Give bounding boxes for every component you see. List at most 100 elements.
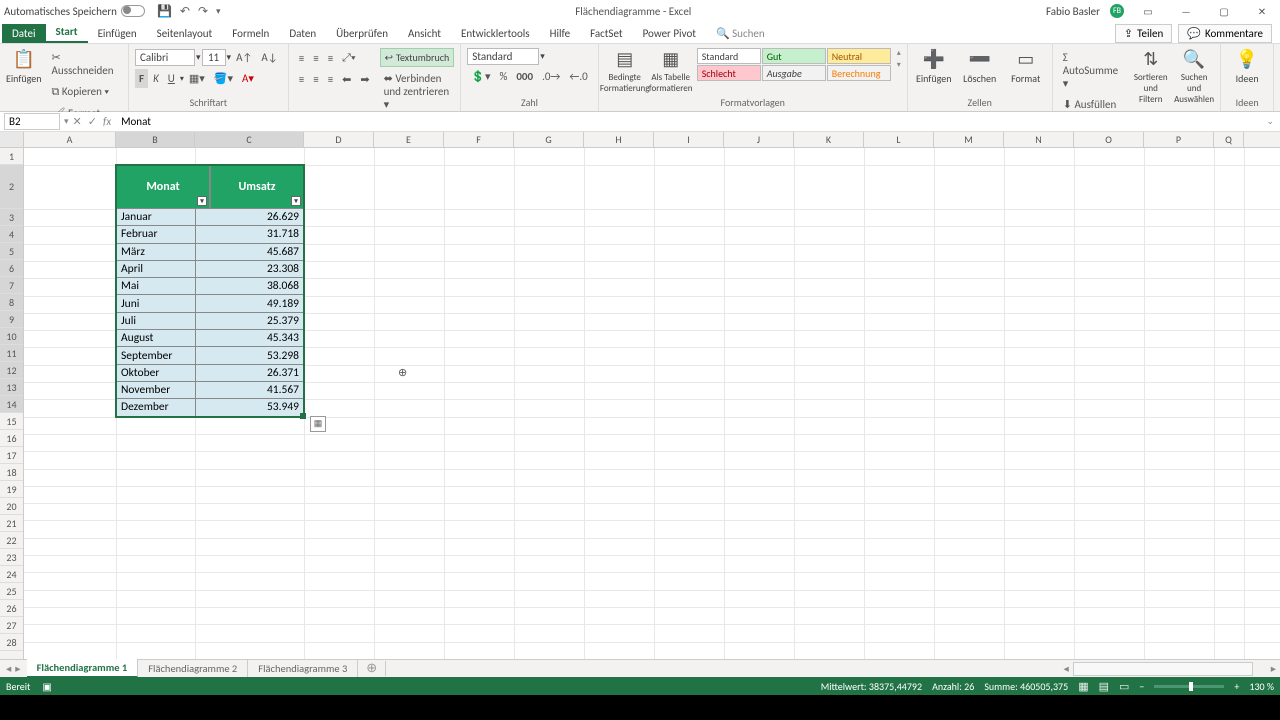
cut-button[interactable]: ✂ Ausschneiden bbox=[48, 48, 122, 80]
col-K[interactable]: K bbox=[794, 132, 864, 147]
number-format-box[interactable]: Standard bbox=[467, 48, 539, 65]
cell-month[interactable]: Oktober bbox=[116, 365, 195, 382]
col-E[interactable]: E bbox=[374, 132, 444, 147]
sheet-tab-2[interactable]: Flächendiagramme 2 bbox=[138, 660, 248, 677]
expand-formula-icon[interactable]: ⌄ bbox=[1260, 116, 1280, 127]
tab-file[interactable]: Datei bbox=[2, 24, 46, 43]
style-gut[interactable]: Gut bbox=[762, 48, 826, 64]
worksheet-grid[interactable]: A B C D E F G H I J K L M N O P Q 1 2 34… bbox=[0, 132, 1280, 659]
search-label[interactable]: Suchen bbox=[732, 27, 765, 40]
sort-filter-button[interactable]: ⇅Sortieren und Filtern bbox=[1133, 48, 1168, 105]
col-F[interactable]: F bbox=[444, 132, 514, 147]
style-standard[interactable]: Standard bbox=[697, 48, 761, 64]
align-mid-icon[interactable]: ≡ bbox=[309, 49, 322, 68]
sheet-tab-1[interactable]: Flächendiagramme 1 bbox=[27, 659, 139, 678]
merge-button[interactable]: ⬌ Verbinden und zentrieren ▾ bbox=[380, 69, 455, 114]
select-all-corner[interactable] bbox=[0, 132, 24, 147]
cell-value[interactable]: 41.567 bbox=[195, 382, 304, 399]
col-L[interactable]: L bbox=[864, 132, 934, 147]
tab-start[interactable]: Start bbox=[46, 22, 88, 43]
add-sheet-button[interactable]: ⊕ bbox=[358, 661, 386, 676]
cell-month[interactable]: Dezember bbox=[116, 399, 195, 416]
copy-button[interactable]: ⧉ Kopieren ▾ bbox=[48, 82, 122, 102]
cell-value[interactable]: 49.189 bbox=[195, 295, 304, 312]
tab-powerpivot[interactable]: Power Pivot bbox=[633, 24, 706, 43]
col-H[interactable]: H bbox=[584, 132, 654, 147]
dec-decimal-icon[interactable]: ←.0 bbox=[565, 67, 591, 86]
table-row[interactable]: Januar26.629 bbox=[116, 209, 304, 226]
table-row[interactable]: Juli25.379 bbox=[116, 313, 304, 330]
zoom-slider[interactable] bbox=[1154, 685, 1224, 688]
sheet-tab-3[interactable]: Flächendiagramme 3 bbox=[248, 660, 358, 677]
ribbon-options-icon[interactable]: ▭ bbox=[1134, 5, 1162, 18]
cell-month[interactable]: Januar bbox=[116, 209, 195, 226]
tab-data[interactable]: Daten bbox=[279, 24, 326, 43]
cell-value[interactable]: 23.308 bbox=[195, 261, 304, 278]
cell-month[interactable]: April bbox=[116, 261, 195, 278]
table-row[interactable]: August45.343 bbox=[116, 330, 304, 347]
col-A[interactable]: A bbox=[24, 132, 116, 147]
bold-button[interactable]: F bbox=[135, 69, 148, 88]
delete-cells-button[interactable]: ➖Löschen bbox=[960, 48, 1000, 85]
table-row[interactable]: Dezember53.949 bbox=[116, 399, 304, 416]
cell-month[interactable]: Juli bbox=[116, 313, 195, 330]
hscroll-left-icon[interactable]: ◂ bbox=[1059, 662, 1072, 675]
currency-icon[interactable]: 💲▾ bbox=[467, 67, 494, 86]
cell-month[interactable]: November bbox=[116, 382, 195, 399]
tab-layout[interactable]: Seitenlayout bbox=[147, 24, 223, 43]
table-row[interactable]: September53.298 bbox=[116, 347, 304, 364]
cell-value[interactable]: 53.298 bbox=[195, 347, 304, 364]
col-G[interactable]: G bbox=[514, 132, 584, 147]
fx-icon[interactable]: fx bbox=[103, 115, 111, 128]
table-row[interactable]: Juni49.189 bbox=[116, 295, 304, 312]
row-headers[interactable]: 1 2 34567891011121314 151617181920212223… bbox=[0, 148, 24, 659]
filter-icon[interactable]: ▾ bbox=[197, 196, 207, 206]
autosum-button[interactable]: Σ AutoSumme ▾ bbox=[1059, 48, 1128, 93]
increase-font-icon[interactable]: A↑ bbox=[232, 48, 256, 67]
format-table-button[interactable]: ▦Als Tabelle formatieren bbox=[651, 48, 691, 94]
style-schlecht[interactable]: Schlecht bbox=[697, 65, 761, 81]
style-ausgabe[interactable]: Ausgabe bbox=[762, 65, 826, 81]
accept-formula-icon[interactable]: ✓ bbox=[88, 115, 97, 128]
align-bot-icon[interactable]: ≡ bbox=[324, 49, 337, 68]
font-size-box[interactable]: 11 bbox=[202, 49, 226, 66]
cell-value[interactable]: 26.371 bbox=[195, 365, 304, 382]
col-M[interactable]: M bbox=[934, 132, 1004, 147]
header-monat[interactable]: Monat▾ bbox=[116, 165, 210, 209]
filter-icon[interactable]: ▾ bbox=[291, 196, 301, 206]
macro-record-icon[interactable]: ▣ bbox=[42, 680, 51, 693]
paste-button[interactable]: 📋Einfügen bbox=[6, 48, 42, 85]
col-O[interactable]: O bbox=[1074, 132, 1144, 147]
tab-developer[interactable]: Entwicklertools bbox=[451, 24, 540, 43]
font-color-button[interactable]: A▾ bbox=[238, 69, 258, 88]
header-umsatz[interactable]: Umsatz▾ bbox=[210, 165, 304, 209]
style-berechnung[interactable]: Berechnung bbox=[827, 65, 891, 81]
zoom-value[interactable]: 130 % bbox=[1249, 680, 1274, 693]
percent-icon[interactable]: % bbox=[495, 67, 511, 86]
align-top-icon[interactable]: ≡ bbox=[295, 49, 308, 68]
close-icon[interactable]: ✕ bbox=[1248, 5, 1276, 18]
align-left-icon[interactable]: ≡ bbox=[295, 70, 308, 89]
wrap-text-button[interactable]: ↩Textumbruch bbox=[380, 48, 455, 67]
tab-help[interactable]: Hilfe bbox=[540, 24, 580, 43]
table-row[interactable]: November41.567 bbox=[116, 382, 304, 399]
sheet-nav-prev-icon[interactable]: ◂ bbox=[6, 662, 11, 675]
table-row[interactable]: Mai38.068 bbox=[116, 278, 304, 295]
minimize-icon[interactable]: — bbox=[1172, 5, 1200, 18]
col-N[interactable]: N bbox=[1004, 132, 1074, 147]
table-row[interactable]: April23.308 bbox=[116, 261, 304, 278]
view-pagebreak-icon[interactable]: ▭ bbox=[1119, 680, 1129, 693]
styles-more-icon[interactable]: ▴ bbox=[897, 48, 901, 58]
view-pagelayout-icon[interactable]: ▤ bbox=[1099, 680, 1109, 693]
tab-view[interactable]: Ansicht bbox=[398, 24, 451, 43]
find-select-button[interactable]: 🔍Suchen und Auswählen bbox=[1174, 48, 1214, 105]
inc-decimal-icon[interactable]: .0→ bbox=[538, 67, 564, 86]
table-row[interactable]: Oktober26.371 bbox=[116, 365, 304, 382]
cell-value[interactable]: 26.629 bbox=[195, 209, 304, 226]
zoom-out-icon[interactable]: − bbox=[1139, 680, 1144, 693]
cell-month[interactable]: Juni bbox=[116, 295, 195, 312]
maximize-icon[interactable]: ▢ bbox=[1210, 5, 1238, 18]
avatar[interactable]: FB bbox=[1110, 4, 1124, 18]
style-neutral[interactable]: Neutral bbox=[827, 48, 891, 64]
tab-formulas[interactable]: Formeln bbox=[222, 24, 279, 43]
